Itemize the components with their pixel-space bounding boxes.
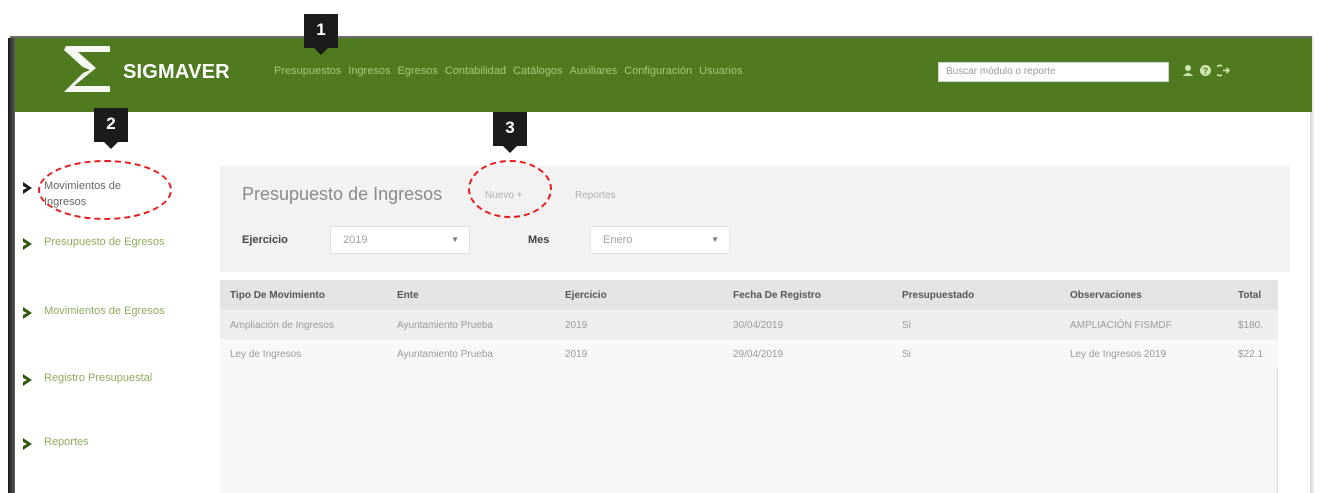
nav-item-egresos[interactable]: Egresos: [397, 65, 437, 77]
user-icon[interactable]: [1182, 64, 1194, 77]
chevron-right-icon: [23, 438, 32, 450]
reportes-link[interactable]: Reportes: [575, 190, 616, 201]
mes-select-value: Enero: [603, 234, 633, 246]
help-icon[interactable]: ?: [1199, 64, 1212, 77]
ejercicio-select-value: 2019: [343, 234, 368, 246]
table-row[interactable]: Ley de Ingresos Ayuntamiento Prueba 2019…: [220, 340, 1278, 368]
table-row[interactable]: Ampliación de Ingresos Ayuntamiento Prue…: [220, 311, 1278, 339]
column-header[interactable]: Ejercicio: [565, 290, 607, 301]
nav-item-usuarios[interactable]: Usuarios: [699, 65, 742, 77]
nav-item-catalogos[interactable]: Catálogos: [513, 65, 563, 77]
callout-badge-3: 3: [493, 112, 527, 153]
app-screen: SIGMAVER Presupuestos Ingresos Egresos C…: [0, 0, 1320, 493]
table-cell: Ley de Ingresos 2019: [1070, 349, 1167, 360]
sidebar-item-presupuesto-egresos[interactable]: Presupuesto de Egresos: [22, 234, 222, 251]
table-cell: Ayuntamiento Prueba: [397, 349, 493, 360]
nav-item-ingresos[interactable]: Ingresos: [348, 65, 390, 77]
caret-down-icon: ▼: [451, 235, 459, 244]
svg-text:?: ?: [1203, 66, 1209, 76]
sidebar-item-reportes[interactable]: Reportes: [22, 434, 222, 451]
column-header[interactable]: Total: [1238, 290, 1261, 301]
sidebar-item-label: Registro Presupuestal: [44, 372, 153, 384]
chevron-right-icon: [23, 374, 32, 386]
nav-item-auxiliares[interactable]: Auxiliares: [570, 65, 618, 77]
sidebar-item-movimientos-egresos[interactable]: Movimientos de Egresos: [22, 303, 222, 320]
top-icons: ?: [1182, 64, 1230, 77]
nav-item-contabilidad[interactable]: Contabilidad: [445, 65, 506, 77]
column-header[interactable]: Observaciones: [1070, 290, 1142, 301]
highlight-circle-nuevo: [468, 160, 552, 218]
column-header[interactable]: Tipo De Movimiento: [230, 290, 325, 301]
caret-down-icon: ▼: [711, 235, 719, 244]
table-cell: Ampliación de Ingresos: [230, 320, 334, 331]
callout-badge-1: 1: [304, 14, 338, 55]
sidebar-item-label: Presupuesto de Egresos: [44, 236, 165, 248]
table-header: Tipo De Movimiento Ente Ejercicio Fecha …: [220, 280, 1278, 310]
table-cell: Si: [902, 320, 911, 331]
table-cell: Si: [902, 349, 911, 360]
chevron-right-icon: [23, 307, 32, 319]
column-header[interactable]: Fecha De Registro: [733, 290, 821, 301]
search-input[interactable]: Buscar módulo o reporte: [938, 62, 1169, 82]
table-cell: $180.: [1238, 320, 1264, 331]
column-header[interactable]: Ente: [397, 290, 419, 301]
sidebar-item-registro-presupuestal[interactable]: Registro Presupuestal: [22, 370, 222, 387]
brand-name[interactable]: SIGMAVER: [123, 61, 230, 84]
table-cell: 29/04/2019: [733, 349, 784, 360]
sidebar-item-label: Reportes: [44, 436, 89, 448]
sidebar-item-label: Movimientos de Egresos: [44, 305, 165, 317]
nav-item-presupuestos[interactable]: Presupuestos: [274, 65, 341, 77]
mes-label: Mes: [528, 234, 550, 246]
table-cell: 2019: [565, 349, 588, 360]
chevron-right-icon: [23, 238, 32, 250]
table-cell: 2019: [565, 320, 588, 331]
ejercicio-select[interactable]: 2019 ▼: [330, 226, 470, 254]
table-cell: $22.1: [1238, 349, 1264, 360]
column-header[interactable]: Presupuestado: [902, 290, 974, 301]
sigmaver-logo-icon: [64, 46, 110, 92]
main-nav: Presupuestos Ingresos Egresos Contabilid…: [274, 65, 743, 77]
highlight-circle-sidebar: [38, 160, 172, 220]
table-cell: AMPLIACIÓN FISMDF: [1070, 320, 1172, 331]
ejercicio-label: Ejercicio: [242, 234, 288, 246]
table-cell: Ayuntamiento Prueba: [397, 320, 493, 331]
page-title: Presupuesto de Ingresos: [242, 184, 443, 204]
table-cell: 30/04/2019: [733, 320, 784, 331]
top-navbar: SIGMAVER Presupuestos Ingresos Egresos C…: [10, 36, 1312, 112]
mes-select[interactable]: Enero ▼: [590, 226, 730, 254]
table-cell: Ley de Ingresos: [230, 349, 302, 360]
callout-badge-2: 2: [94, 108, 128, 149]
filter-panel: Presupuesto de Ingresos Nuevo + Reportes…: [220, 166, 1290, 272]
frame-edge: [8, 38, 15, 493]
chevron-right-icon: [23, 182, 32, 194]
nav-item-configuracion[interactable]: Configuración: [624, 65, 692, 77]
logout-icon[interactable]: [1217, 64, 1230, 77]
movements-table: Tipo De Movimiento Ente Ejercicio Fecha …: [220, 280, 1278, 493]
